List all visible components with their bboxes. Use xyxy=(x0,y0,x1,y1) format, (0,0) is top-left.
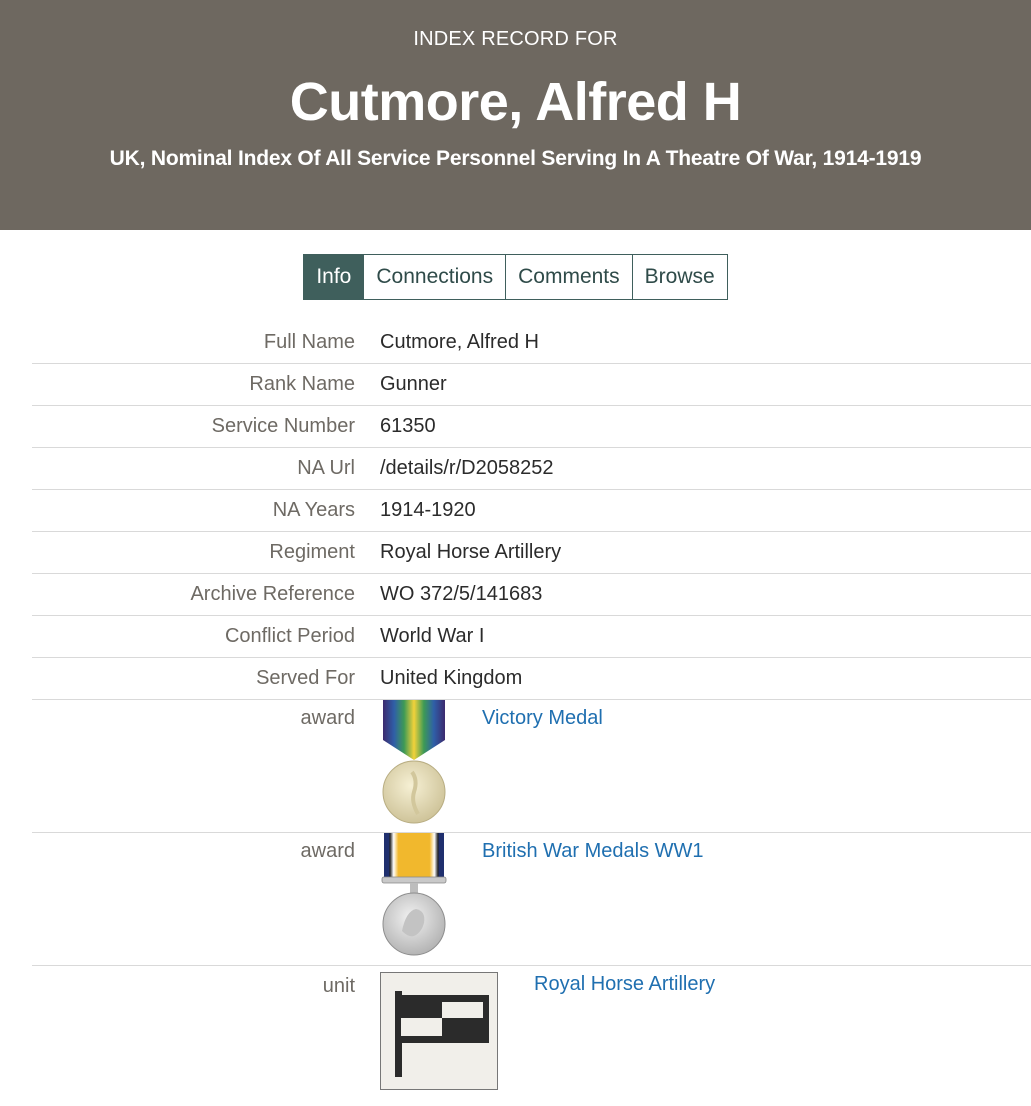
award-label: award xyxy=(300,707,355,729)
unit-flag-icon[interactable] xyxy=(380,972,498,1090)
tab-info[interactable]: Info xyxy=(303,254,365,300)
field-row: Service Number 61350 xyxy=(32,406,1031,448)
award-row: award xyxy=(32,700,1031,833)
unit-content: Royal Horse Artillery xyxy=(355,966,715,1106)
record-details: Full Name Cutmore, Alfred H Rank Name Gu… xyxy=(32,322,1031,1106)
unit-label: unit xyxy=(322,975,355,997)
tab-browse[interactable]: Browse xyxy=(632,254,728,300)
award-content: Victory Medal xyxy=(355,700,603,832)
british-war-medal-icon[interactable] xyxy=(380,833,448,957)
award-label: award xyxy=(300,840,355,862)
field-label: Conflict Period xyxy=(224,625,355,647)
field-label: Archive Reference xyxy=(190,583,355,605)
award-link-british-war-medals[interactable]: British War Medals WW1 xyxy=(482,840,704,965)
field-value: United Kingdom xyxy=(380,667,523,689)
field-label: NA Url xyxy=(297,457,355,479)
field-label: Regiment xyxy=(269,541,355,563)
field-row: Served For United Kingdom xyxy=(32,658,1031,700)
field-row: Regiment Royal Horse Artillery xyxy=(32,532,1031,574)
field-row: NA Url /details/r/D2058252 xyxy=(32,448,1031,490)
collection-subtitle: UK, Nominal Index Of All Service Personn… xyxy=(109,147,922,170)
field-label: NA Years xyxy=(272,499,355,521)
page-title: Cutmore, Alfred H xyxy=(289,72,742,132)
field-row: Archive Reference WO 372/5/141683 xyxy=(32,574,1031,616)
field-value: Gunner xyxy=(380,373,447,395)
tab-bar: Info Connections Comments Browse xyxy=(0,254,1031,300)
field-label: Rank Name xyxy=(249,373,355,395)
header-pretitle: INDEX RECORD FOR xyxy=(413,28,618,50)
field-row: Conflict Period World War I xyxy=(32,616,1031,658)
field-value: 61350 xyxy=(380,415,436,437)
field-label: Served For xyxy=(256,667,355,689)
victory-medal-icon[interactable] xyxy=(380,700,448,824)
tab-connections[interactable]: Connections xyxy=(364,254,507,300)
field-row: NA Years 1914-1920 xyxy=(32,490,1031,532)
field-value: World War I xyxy=(380,625,485,647)
field-value: Royal Horse Artillery xyxy=(380,541,562,563)
field-label: Service Number xyxy=(211,415,355,437)
field-value: Cutmore, Alfred H xyxy=(380,331,539,353)
field-value: /details/r/D2058252 xyxy=(380,457,554,479)
unit-link-royal-horse-artillery[interactable]: Royal Horse Artillery xyxy=(534,973,715,1106)
tab-comments[interactable]: Comments xyxy=(506,254,633,300)
field-value: WO 372/5/141683 xyxy=(380,583,543,605)
field-row: Rank Name Gunner xyxy=(32,364,1031,406)
field-row: Full Name Cutmore, Alfred H xyxy=(32,322,1031,364)
record-header: INDEX RECORD FOR Cutmore, Alfred H UK, N… xyxy=(0,0,1031,230)
award-link-victory-medal[interactable]: Victory Medal xyxy=(482,707,603,832)
award-row: award xyxy=(32,833,1031,966)
award-content: British War Medals WW1 xyxy=(355,833,704,965)
field-label: Full Name xyxy=(263,331,355,353)
field-value: 1914-1920 xyxy=(380,499,476,521)
unit-row: unit Royal Horse Artillery xyxy=(32,966,1031,1106)
